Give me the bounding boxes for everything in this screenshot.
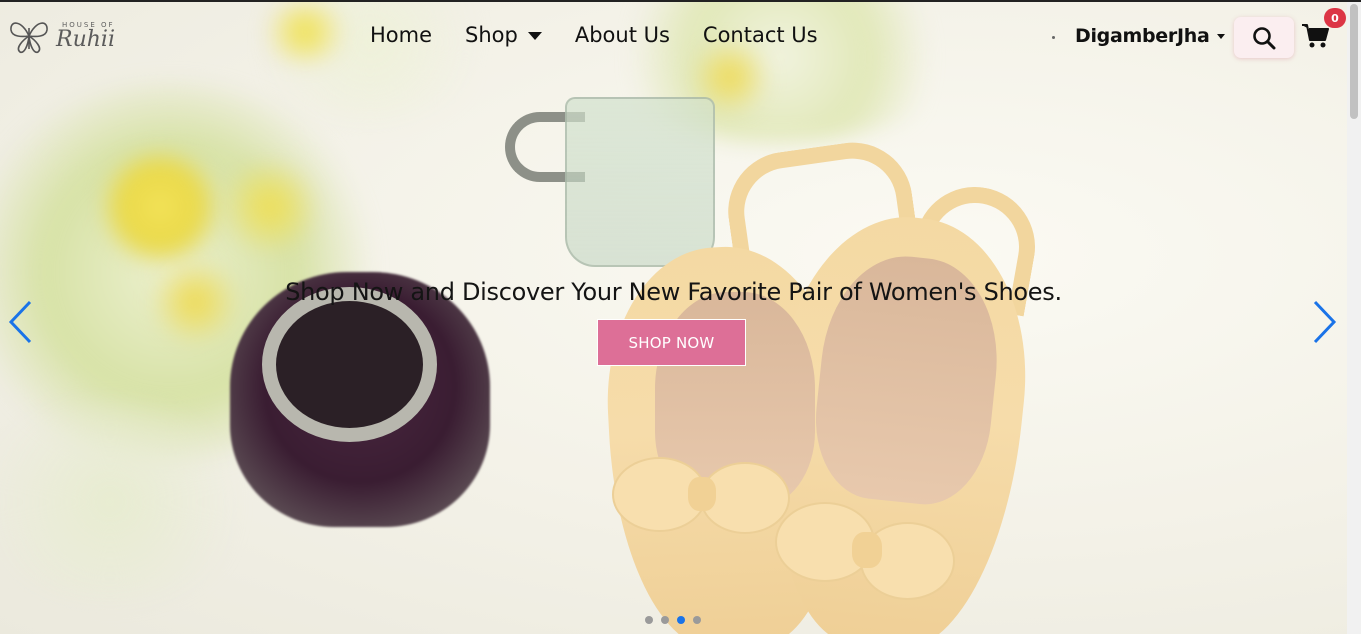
navbar: HOUSE OF Ruhii Home Shop About Us Contac… <box>0 2 1347 72</box>
shop-now-button[interactable]: SHOP NOW <box>597 319 746 366</box>
nav-shop-label: Shop <box>465 23 518 47</box>
shoe-bow-knot <box>852 532 882 568</box>
user-menu[interactable]: DigamberJha <box>1075 25 1226 47</box>
nav-shop-dropdown[interactable]: Shop <box>465 23 542 47</box>
cart-button[interactable] <box>1301 22 1331 52</box>
separator-dot <box>1052 36 1055 39</box>
nav-home[interactable]: Home <box>370 23 432 47</box>
scrollbar[interactable] <box>1347 2 1361 634</box>
carousel-indicator[interactable] <box>693 616 701 624</box>
carousel-indicators <box>645 616 701 624</box>
carousel-indicator[interactable] <box>677 616 685 624</box>
cart-icon <box>1302 24 1329 48</box>
brand-logo[interactable]: HOUSE OF Ruhii <box>8 16 115 56</box>
nav-links: Home Shop About Us Contact Us <box>370 23 818 47</box>
nav-about[interactable]: About Us <box>575 23 670 47</box>
carousel-indicator[interactable] <box>661 616 669 624</box>
search-icon <box>1253 26 1276 49</box>
brand-name: Ruhii <box>56 26 115 52</box>
butterfly-logo-icon <box>10 22 48 54</box>
glass-jar <box>565 97 715 267</box>
hero-caption: Shop Now and Discover Your New Favorite … <box>0 278 1347 306</box>
chevron-down-icon <box>1217 33 1226 39</box>
scrollbar-thumb[interactable] <box>1350 4 1358 119</box>
shoe-bow-knot <box>688 477 716 511</box>
chevron-down-icon <box>527 32 542 40</box>
yellow-flower <box>220 162 320 252</box>
chevron-left-icon <box>8 300 32 344</box>
carousel-prev-button[interactable] <box>6 298 36 346</box>
carousel-indicator[interactable] <box>645 616 653 624</box>
search-button[interactable] <box>1234 17 1294 58</box>
nav-contact[interactable]: Contact Us <box>703 23 818 47</box>
carousel-next-button[interactable] <box>1309 298 1339 346</box>
cart-count-badge: 0 <box>1324 8 1346 28</box>
user-name: DigamberJha <box>1075 25 1210 47</box>
vase-rim <box>262 287 437 442</box>
hero-carousel: Shop Now and Discover Your New Favorite … <box>0 2 1347 634</box>
chevron-right-icon <box>1313 300 1337 344</box>
page: Shop Now and Discover Your New Favorite … <box>0 0 1361 634</box>
yellow-flower <box>100 152 220 262</box>
hero-caption-text: Shop Now and Discover Your New Favorite … <box>285 278 1062 306</box>
brand-wordmark: HOUSE OF Ruhii <box>56 21 115 52</box>
